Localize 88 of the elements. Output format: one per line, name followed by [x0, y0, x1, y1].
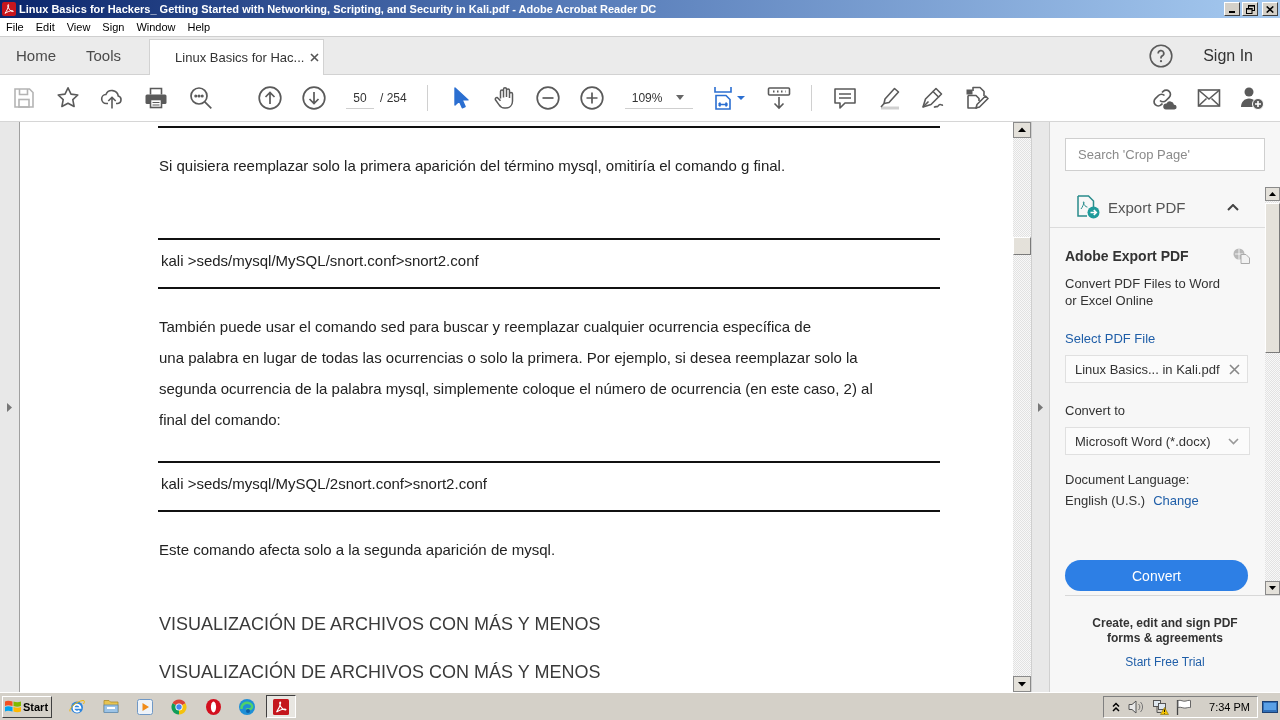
- comment-icon[interactable]: [832, 86, 857, 110]
- print-icon[interactable]: [144, 86, 168, 110]
- description-text: Convert PDF Files to Word or Excel Online: [1065, 275, 1221, 309]
- minimize-button[interactable]: [1224, 2, 1240, 16]
- flag-icon[interactable]: [1176, 698, 1192, 715]
- clock-text: 7:34 PM: [1209, 700, 1250, 713]
- minimize-icon: [1229, 11, 1235, 13]
- scroll-down-button[interactable]: [1265, 581, 1280, 595]
- pdf-icon: [273, 698, 289, 715]
- close-icon[interactable]: [1229, 363, 1240, 375]
- menu-item[interactable]: Edit: [29, 21, 61, 33]
- swirl-icon: [239, 698, 255, 715]
- field-label: Convert to: [1065, 402, 1125, 419]
- page-count-text: / 254: [380, 91, 407, 105]
- search-field[interactable]: Search 'Crop Page': [1065, 138, 1265, 171]
- file-field[interactable]: Linux Basics... in Kali.pdf: [1065, 355, 1248, 383]
- scroll-up-button[interactable]: [1265, 187, 1280, 201]
- speaker-icon[interactable]: [1128, 698, 1145, 715]
- play-icon: [137, 698, 153, 715]
- nav-tab[interactable]: Tools: [71, 37, 137, 74]
- flag-logo-icon: [5, 699, 21, 714]
- panel-heading: Adobe Export PDF: [1065, 248, 1189, 264]
- caret-down-icon: [675, 95, 684, 100]
- letter-e-icon: [69, 698, 85, 715]
- edit-document-icon[interactable]: [964, 86, 989, 110]
- select-file-link[interactable]: Select PDF File: [1065, 330, 1156, 347]
- section-heading: VISUALIZACIÓN DE ARCHIVOS CON MÁS Y MENOS: [159, 612, 601, 636]
- side-pane-handle[interactable]: [0, 122, 20, 692]
- zoom-in-icon[interactable]: [579, 86, 604, 110]
- scroll-up-button[interactable]: [1013, 122, 1031, 138]
- convert-button[interactable]: Convert: [1065, 560, 1248, 591]
- close-button[interactable]: [1262, 2, 1278, 16]
- window-title: Linux Basics for Hackers_ Getting Started with Networking, Scripting, and Security in Kali.pdf - Adobe Acrobat Reader DC: [19, 3, 657, 15]
- document-export-icon: [1076, 195, 1100, 219]
- field-label: Document Language:: [1065, 471, 1190, 488]
- zoom-field[interactable]: 109%: [624, 87, 693, 109]
- paragraph-text: También puede usar el comando sed para buscar y reemplazar cualquier ocurrencia específica de una palabra en lugar de todas las ocurrencias o solo la primera. Por ejemplo, si desea reemplazar solo la segunda ocurrencia de la palabra mysql, simplemente coloque el número de ocurrencia (en este caso, 2) al final del comando:: [159, 317, 873, 430]
- double-chevron-icon[interactable]: [1112, 701, 1121, 712]
- command-text: kali >seds/mysql/MySQL/snort.conf>snort2.conf: [161, 252, 479, 270]
- restore-icon: [1245, 4, 1255, 14]
- pen-icon[interactable]: [920, 86, 945, 110]
- change-link[interactable]: Change: [1153, 492, 1199, 509]
- side-pane-handle[interactable]: [1031, 122, 1049, 692]
- paragraph-text: Si quisiera reemplazar solo la primera aparición del término mysql, omitiría el comando g final.: [159, 156, 786, 176]
- network-warning-icon[interactable]: [1153, 698, 1170, 715]
- close-icon: [1266, 5, 1274, 13]
- language-text: English (U.S.): [1065, 492, 1146, 509]
- arrow-down-circle-icon[interactable]: [302, 86, 326, 110]
- menu-item[interactable]: File: [0, 21, 30, 33]
- help-icon[interactable]: [1149, 43, 1174, 68]
- section-header[interactable]: Export PDF: [1050, 187, 1265, 228]
- paragraph-text: Este comando afecta solo a la segunda aparición de mysql.: [159, 540, 556, 560]
- link-cloud-icon[interactable]: [1151, 86, 1177, 110]
- letter-o-icon: [205, 698, 221, 715]
- pdf-icon: [2, 2, 16, 16]
- free-trial-link[interactable]: Start Free Trial: [1125, 655, 1205, 670]
- restore-button[interactable]: [1242, 2, 1258, 16]
- arrow-up-circle-icon[interactable]: [258, 86, 282, 110]
- star-icon[interactable]: [56, 86, 80, 110]
- sign-in-button[interactable]: Sign In: [1201, 37, 1255, 74]
- chevron-down-icon: [1228, 437, 1239, 445]
- menu-item[interactable]: View: [60, 21, 97, 33]
- promo-text: Create, edit and sign PDF forms & agreements: [1092, 616, 1238, 646]
- mail-icon[interactable]: [1197, 86, 1221, 110]
- scrollbar-thumb[interactable]: [1013, 237, 1031, 255]
- start-button[interactable]: Start: [2, 695, 52, 718]
- caret-right-icon: [1038, 402, 1043, 412]
- command-text: kali >seds/mysql/MySQL/2snort.conf>snort2.conf: [161, 475, 487, 493]
- scroll-down-button[interactable]: [1013, 676, 1031, 692]
- close-icon[interactable]: [310, 53, 320, 62]
- section-heading: VISUALIZACIÓN DE ARCHIVOS CON MÁS Y MENOS: [159, 660, 601, 684]
- taskbar-button[interactable]: [266, 695, 296, 718]
- page-number-field[interactable]: 50: [346, 87, 374, 109]
- ring-logo-icon: [171, 698, 187, 715]
- scroll-mode-icon[interactable]: [766, 86, 791, 110]
- nav-tab[interactable]: Home: [0, 37, 71, 74]
- document-tab[interactable]: Linux Basics for Hac...: [149, 39, 325, 75]
- menu-item[interactable]: Help: [181, 21, 217, 33]
- menu-item[interactable]: Sign: [96, 21, 131, 33]
- desktop-icon[interactable]: [1262, 698, 1278, 715]
- add-person-icon[interactable]: [1240, 86, 1264, 110]
- caret-right-icon: [7, 402, 12, 412]
- folder-icon: [103, 699, 119, 714]
- search-icon[interactable]: [189, 86, 213, 110]
- menu-item[interactable]: Window: [130, 21, 182, 33]
- format-dropdown[interactable]: Microsoft Word (*.docx): [1065, 427, 1250, 455]
- zoom-out-icon[interactable]: [535, 86, 560, 110]
- scrollbar-thumb[interactable]: [1265, 203, 1280, 353]
